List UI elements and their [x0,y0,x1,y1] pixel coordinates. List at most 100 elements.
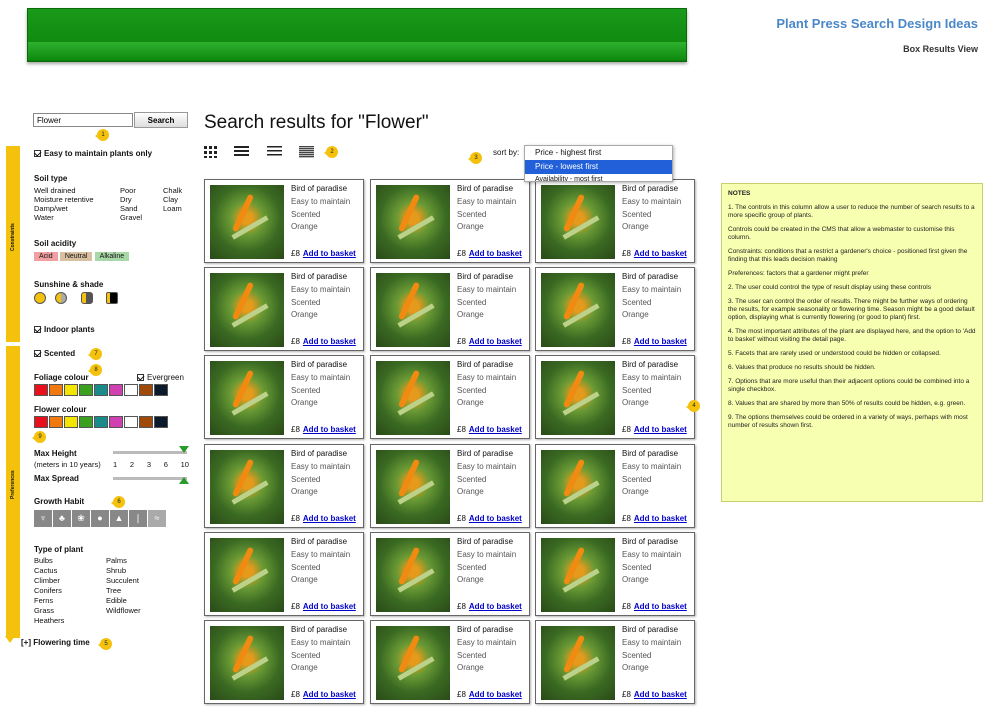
plant-name[interactable]: Bird of paradise [457,184,513,193]
plant-name[interactable]: Bird of paradise [622,360,678,369]
colour-swatch[interactable] [154,384,168,396]
sort-option-availability[interactable]: Availability - most first [525,174,672,181]
plant-name[interactable]: Bird of paradise [622,449,678,458]
plant-types-col1[interactable]: Bulbs Cactus Climber Conifers Ferns Grass Heat… [34,556,64,626]
plant-name[interactable]: Bird of paradise [291,537,347,546]
add-to-basket-link[interactable]: Add to basket [303,249,356,258]
filter-option[interactable]: Cactus [34,566,64,576]
climbing-habit-icon[interactable]: ❀ [72,510,90,527]
filter-option[interactable]: Conifers [34,586,64,596]
add-to-basket-link[interactable]: Add to basket [469,249,522,258]
table-view-icon[interactable] [299,146,314,158]
plant-name[interactable]: Bird of paradise [291,449,347,458]
plant-photo[interactable] [376,361,450,435]
colour-swatch[interactable] [94,416,108,428]
plant-types-col2[interactable]: Palms Shrub Succulent Tree Edible Wildflower [106,556,141,616]
colour-swatch[interactable] [64,416,78,428]
add-to-basket-link[interactable]: Add to basket [469,602,522,611]
plant-name[interactable]: Bird of paradise [457,360,513,369]
filter-option[interactable]: Gravel [120,213,142,222]
upright-habit-icon[interactable]: ♆ [34,510,52,527]
grid-view-icon[interactable] [204,146,219,158]
result-card[interactable]: Bird of paradise Easy to maintain Scented O… [204,444,364,528]
plant-photo[interactable] [376,450,450,524]
scented-checkbox[interactable]: Scented [34,349,75,358]
colour-swatch[interactable] [154,416,168,428]
compact-list-icon[interactable] [267,146,282,158]
filter-option[interactable]: Well drained [34,186,94,195]
plant-photo[interactable] [541,538,615,612]
plant-name[interactable]: Bird of paradise [457,537,513,546]
height-slider-handle[interactable] [179,446,189,458]
filter-option[interactable]: Bulbs [34,556,64,566]
result-card[interactable]: Bird of paradise Easy to maintain Scented O… [204,179,364,263]
plant-photo[interactable] [541,361,615,435]
result-card[interactable]: Bird of paradise Easy to maintain Scented O… [370,355,530,439]
filter-option[interactable]: Grass [34,606,64,616]
search-button[interactable]: Search [134,112,188,128]
result-card[interactable]: Bird of paradise Easy to maintain Scented O… [370,444,530,528]
sort-dropdown[interactable]: Price - highest first Price - lowest fir… [524,145,673,182]
add-to-basket-link[interactable]: Add to basket [634,337,687,346]
evergreen-checkbox[interactable]: Evergreen [137,373,184,382]
height-slider[interactable] [113,451,187,454]
indoor-checkbox[interactable]: Indoor plants [34,325,95,334]
filter-option[interactable]: Palms [106,556,141,566]
plant-photo[interactable] [210,538,284,612]
easy-checkbox[interactable]: Easy to maintain plants only [34,149,152,158]
alkaline-tag[interactable]: Alkaline [94,252,130,261]
plant-name[interactable]: Bird of paradise [622,537,678,546]
colour-swatch[interactable] [79,416,93,428]
soil-type-col2[interactable]: Poor Dry Sand Gravel [120,186,142,222]
result-card[interactable]: Bird of paradise Easy to maintain Scented O… [535,355,695,439]
plant-photo[interactable] [210,626,284,700]
add-to-basket-link[interactable]: Add to basket [634,514,687,523]
add-to-basket-link[interactable]: Add to basket [303,337,356,346]
filter-option[interactable]: Chalk [163,186,182,195]
plant-photo[interactable] [210,450,284,524]
plant-name[interactable]: Bird of paradise [622,272,678,281]
deep-shade-icon[interactable] [106,292,118,304]
plant-photo[interactable] [541,273,615,347]
add-to-basket-link[interactable]: Add to basket [303,425,356,434]
plant-photo[interactable] [541,185,615,259]
result-card[interactable]: Bird of paradise Easy to maintain Scented O… [535,532,695,616]
result-card[interactable]: Bird of paradise Easy to maintain Scented O… [370,267,530,351]
sort-option-highest[interactable]: Price - highest first [525,146,672,160]
plant-photo[interactable] [376,538,450,612]
filter-option[interactable]: Wildflower [106,606,141,616]
conical-habit-icon[interactable]: ▲ [110,510,128,527]
add-to-basket-link[interactable]: Add to basket [469,690,522,699]
partial-shade-icon[interactable] [55,292,67,304]
plant-photo[interactable] [376,273,450,347]
plant-name[interactable]: Bird of paradise [622,625,678,634]
shade-icon[interactable] [81,292,93,304]
result-card[interactable]: Bird of paradise Easy to maintain Scented O… [370,532,530,616]
filter-option[interactable]: Moisture retentive [34,195,94,204]
soil-type-col3[interactable]: Chalk Clay Loam [163,186,182,213]
result-card[interactable]: Bird of paradise Easy to maintain Scented O… [370,620,530,704]
search-input[interactable] [33,113,133,127]
plant-name[interactable]: Bird of paradise [291,184,347,193]
plant-name[interactable]: Bird of paradise [291,360,347,369]
colour-swatch[interactable] [49,384,63,396]
plant-name[interactable]: Bird of paradise [457,449,513,458]
result-card[interactable]: Bird of paradise Easy to maintain Scented O… [535,267,695,351]
add-to-basket-link[interactable]: Add to basket [469,337,522,346]
filter-option[interactable]: Tree [106,586,141,596]
result-card[interactable]: Bird of paradise Easy to maintain Scented O… [204,532,364,616]
result-card[interactable]: Bird of paradise Easy to maintain Scented O… [535,444,695,528]
sort-option-lowest[interactable]: Price - lowest first [525,160,672,174]
filter-option[interactable]: Clay [163,195,182,204]
add-to-basket-link[interactable]: Add to basket [303,690,356,699]
colour-swatch[interactable] [139,384,153,396]
list-view-icon[interactable] [234,146,249,158]
add-to-basket-link[interactable]: Add to basket [303,602,356,611]
filter-option[interactable]: Sand [120,204,142,213]
result-card[interactable]: Bird of paradise Easy to maintain Scented O… [535,179,695,263]
add-to-basket-link[interactable]: Add to basket [469,425,522,434]
plant-name[interactable]: Bird of paradise [622,184,678,193]
flower-swatches[interactable] [34,416,169,430]
plant-name[interactable]: Bird of paradise [291,625,347,634]
plant-name[interactable]: Bird of paradise [457,625,513,634]
